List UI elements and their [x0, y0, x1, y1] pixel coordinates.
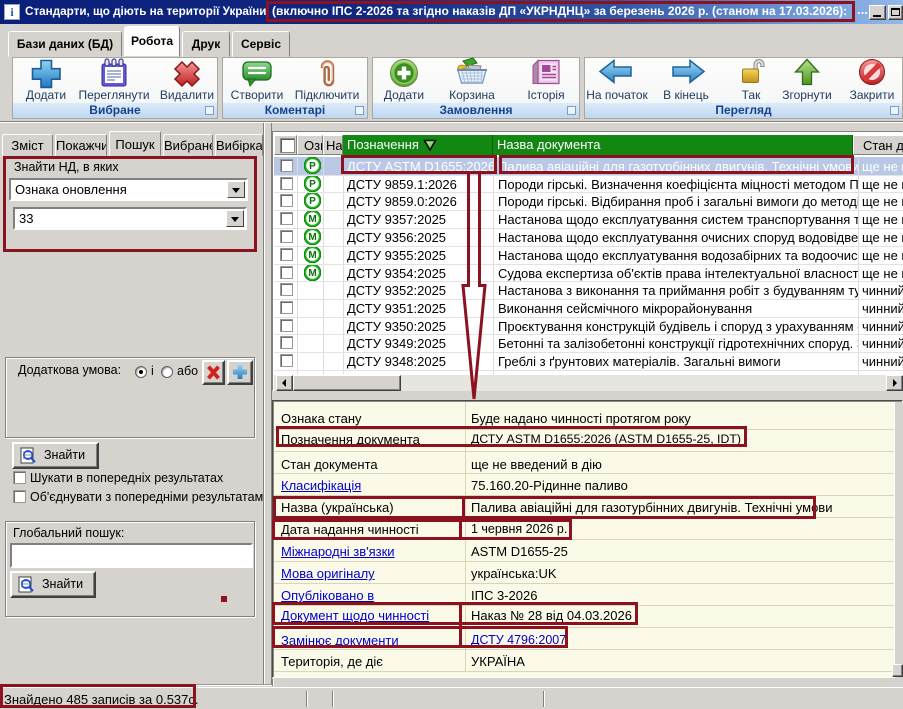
svg-text:М: М	[308, 268, 316, 279]
svg-text:М: М	[308, 214, 316, 225]
svg-text:Р: Р	[309, 196, 316, 207]
svg-text:М: М	[308, 250, 316, 261]
svg-text:Р: Р	[309, 179, 316, 190]
svg-text:М: М	[308, 232, 316, 243]
svg-text:Р: Р	[309, 161, 316, 172]
